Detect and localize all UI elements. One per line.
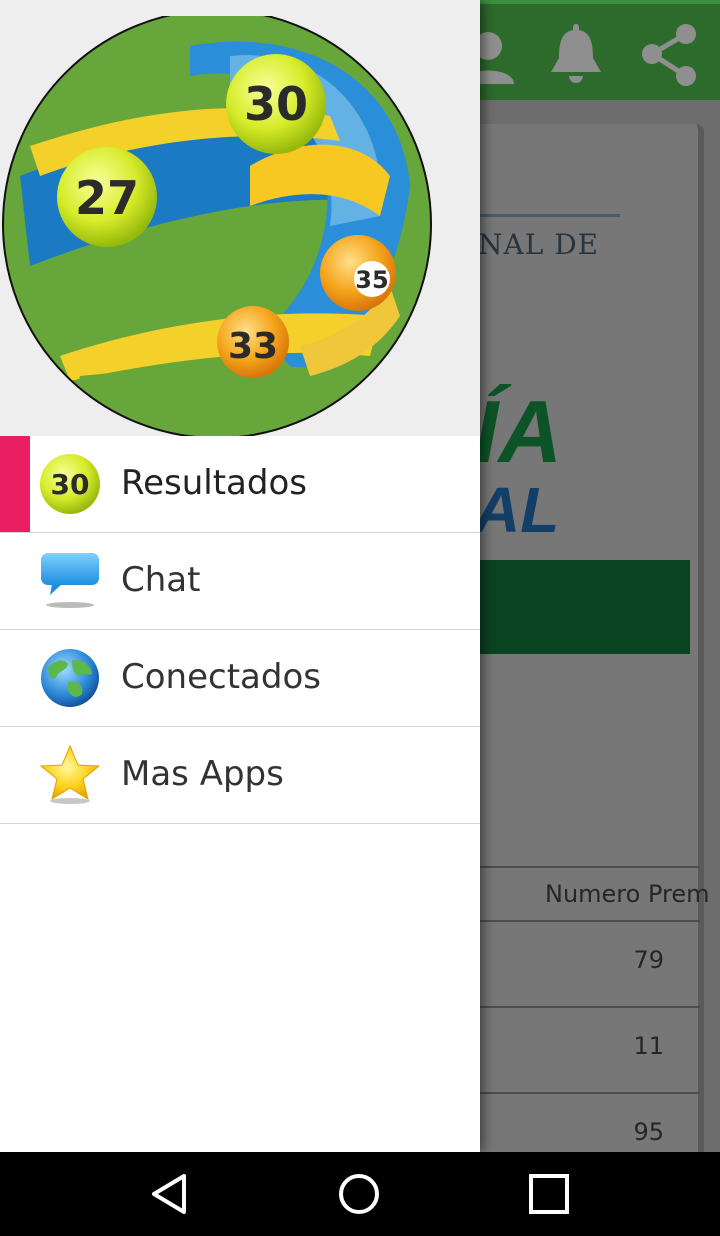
drawer-header: 30 27 35 33 <box>0 0 480 436</box>
table-header: Numero Prem <box>470 866 710 922</box>
lottery-logo-line-2: AL <box>474 474 560 546</box>
share-icon[interactable] <box>638 22 704 88</box>
results-banner <box>470 560 690 654</box>
ball-number: 30 <box>244 77 308 131</box>
ball-number: 33 <box>228 326 278 367</box>
lottery-ball-30-icon: 30 <box>40 454 100 514</box>
menu-item-label: Resultados <box>121 463 307 503</box>
navigation-drawer: 30 27 35 33 30 Resultados Chat Conectado… <box>0 0 480 1152</box>
table-cell: 95 <box>633 1118 664 1146</box>
menu-item-chat[interactable]: Chat <box>0 533 480 630</box>
table-cell: 11 <box>633 1032 664 1060</box>
menu-item-conectados[interactable]: Conectados <box>0 630 480 727</box>
globe-icon <box>41 649 99 707</box>
menu-item-label: Mas Apps <box>121 754 284 794</box>
column-header-numero-premio: Numero Prem <box>545 880 710 908</box>
chat-bubble-icon <box>41 553 99 608</box>
back-icon[interactable] <box>146 1170 194 1218</box>
table-row: 79 <box>470 920 700 1006</box>
ball-number: 35 <box>355 266 388 294</box>
ball-number: 27 <box>75 171 139 225</box>
ball-number: 30 <box>51 468 90 501</box>
lottery-logo-line-1: ÍA <box>474 382 562 481</box>
menu-item-label: Conectados <box>121 657 321 697</box>
table-row: 11 <box>470 1006 700 1092</box>
recents-icon[interactable] <box>525 1170 573 1218</box>
header-rule <box>480 214 620 217</box>
bell-icon[interactable] <box>543 22 609 88</box>
table-row: 95 <box>470 1092 700 1152</box>
menu-item-mas-apps[interactable]: Mas Apps <box>0 727 480 824</box>
menu-item-label: Chat <box>121 560 201 600</box>
menu-item-resultados[interactable]: 30 Resultados <box>0 436 480 533</box>
lottery-logo-image: 30 27 35 33 <box>2 16 432 436</box>
home-icon[interactable] <box>335 1170 383 1218</box>
lottery-header-text: NAL DE <box>478 228 600 261</box>
table-cell: 79 <box>633 946 664 974</box>
star-icon <box>39 744 101 804</box>
system-navigation-bar <box>0 1152 720 1236</box>
